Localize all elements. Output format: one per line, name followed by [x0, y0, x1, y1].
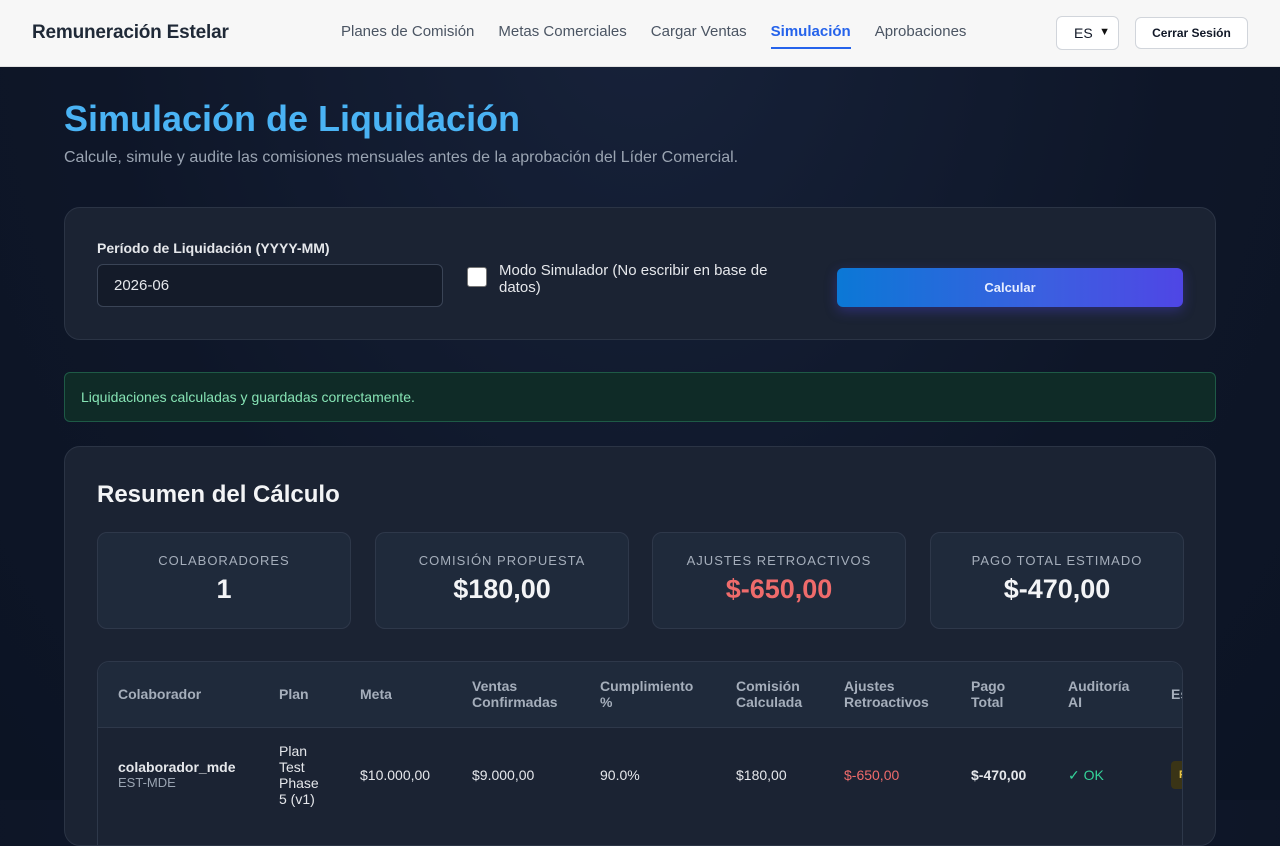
stat-label: Comisión Propuesta — [418, 553, 586, 568]
stat-label: Colaboradores — [158, 553, 290, 568]
page-title: Simulación de Liquidación — [64, 98, 521, 139]
column-header: Comisión Calculada — [716, 662, 824, 728]
column-header: Cumplimiento % — [580, 662, 716, 728]
period-input[interactable]: 2026-06 — [97, 264, 443, 307]
cell-plan: Plan Test Phase 5 (v1) — [279, 743, 319, 808]
column-header: Ajustes Retroactivos — [824, 662, 951, 728]
column-header: Estado — [1151, 662, 1182, 728]
simulator-label[interactable]: Modo Simulador (No escribir en base de d… — [499, 262, 799, 296]
cell-auditoria: ✓ OK — [1068, 767, 1104, 784]
column-header: Ventas Confirmadas — [452, 662, 580, 728]
stat-label: Pago Total Estimado — [971, 553, 1143, 568]
chevron-down-icon: ▼ — [1099, 26, 1110, 38]
main-nav: Planes de Comisión Metas Comerciales Car… — [341, 0, 990, 67]
language-value: ES — [1074, 25, 1093, 41]
calculate-button[interactable]: Calcular — [837, 268, 1183, 307]
cell-estado: P — [1151, 727, 1182, 823]
column-header: Plan — [259, 662, 340, 728]
top-navbar: Remuneración Estelar Planes de Comisión … — [0, 0, 1280, 67]
stat-ajustes-retroactivos: Ajustes Retroactivos $-650,00 — [652, 532, 906, 629]
cell-cumplimiento: 90.0% — [600, 767, 640, 784]
language-select[interactable]: ES ▼ — [1056, 16, 1119, 50]
cell-ajustes: $-650,00 — [844, 767, 900, 784]
stat-value: 1 — [216, 574, 232, 604]
page-subtitle: Calcule, simule y audite las comisiones … — [64, 149, 739, 166]
period-label: Período de Liquidación (YYYY-MM) — [97, 240, 330, 256]
nav-cargar-ventas[interactable]: Cargar Ventas — [651, 0, 747, 67]
cell-meta: $10.000,00 — [360, 767, 431, 784]
stat-comision-propuesta: Comisión Propuesta $180,00 — [375, 532, 629, 629]
settlement-table: Colaborador Plan Meta Ventas Confirmadas… — [98, 662, 1182, 823]
nav-metas-comerciales[interactable]: Metas Comerciales — [498, 0, 626, 67]
app-brand[interactable]: Remuneración Estelar — [32, 22, 229, 44]
column-header: Pago Total — [951, 662, 1048, 728]
summary-card: Resumen del Cálculo Colaboradores 1 Comi… — [64, 446, 1216, 846]
logout-button[interactable]: Cerrar Sesión — [1135, 17, 1248, 49]
nav-aprobaciones[interactable]: Aprobaciones — [875, 0, 967, 67]
stat-value: $-470,00 — [1003, 574, 1111, 604]
table-row[interactable]: colaborador_mde EST-MDE Plan Test Phase … — [98, 727, 1182, 823]
cell-comision: $180,00 — [736, 767, 787, 784]
simulator-checkbox[interactable] — [467, 267, 487, 287]
stat-value: $180,00 — [453, 574, 551, 604]
cell-ventas: $9.000,00 — [472, 767, 535, 784]
collaborator-code: EST-MDE — [118, 775, 176, 791]
period-form-card: Período de Liquidación (YYYY-MM) 2026-06… — [64, 207, 1216, 340]
nav-simulacion[interactable]: Simulación — [770, 0, 851, 67]
cell-colaborador: colaborador_mde EST-MDE — [98, 727, 259, 823]
settlement-table-container[interactable]: Colaborador Plan Meta Ventas Confirmadas… — [97, 661, 1183, 845]
stat-colaboradores: Colaboradores 1 — [97, 532, 351, 629]
stat-label: Ajustes Retroactivos — [686, 553, 872, 568]
collaborator-name: colaborador_mde — [118, 759, 236, 776]
table-header-row: Colaborador Plan Meta Ventas Confirmadas… — [98, 662, 1182, 728]
nav-planes-comision[interactable]: Planes de Comisión — [341, 0, 474, 67]
success-alert: Liquidaciones calculadas y guardadas cor… — [64, 372, 1216, 422]
stat-pago-total: Pago Total Estimado $-470,00 — [930, 532, 1184, 629]
stat-value: $-650,00 — [725, 574, 833, 604]
column-header: Meta — [340, 662, 452, 728]
summary-title: Resumen del Cálculo — [97, 481, 340, 508]
cell-pago-total: $-470,00 — [971, 767, 1027, 784]
column-header: Auditoría AI — [1048, 662, 1151, 728]
column-header: Colaborador — [98, 662, 259, 728]
status-badge: P — [1171, 761, 1182, 790]
